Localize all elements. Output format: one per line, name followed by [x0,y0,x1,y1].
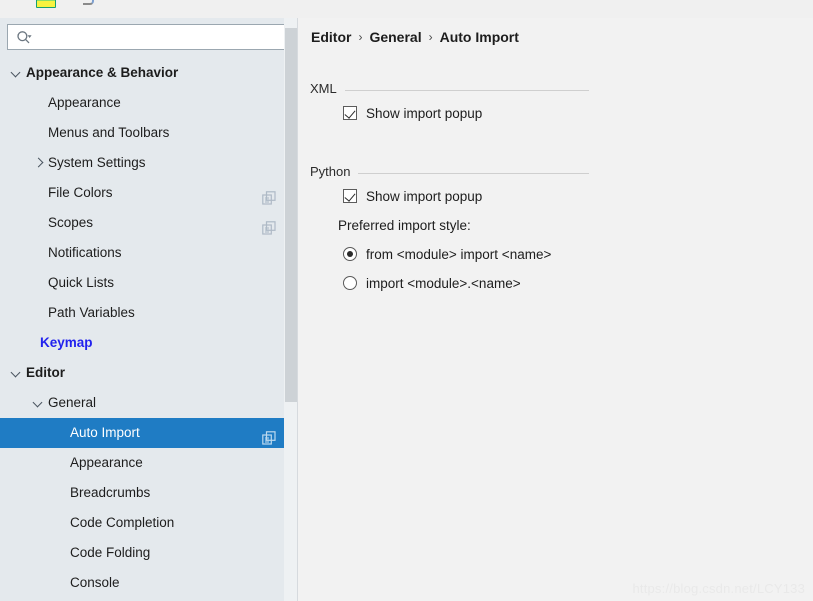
search-input[interactable] [40,28,284,48]
checkbox-show-import-popup[interactable]: Show import popup [310,182,589,211]
search-icon [17,31,32,44]
settings-tree[interactable]: Appearance & Behavior Appearance Menus and… [0,58,298,601]
sidebar-item-code-folding[interactable]: Code Folding [0,538,298,568]
option-label: Show import popup [366,189,483,204]
sidebar-scrollbar[interactable] [284,18,298,601]
sidebar-item-label: Appearance [48,95,121,110]
breadcrumb-item-general[interactable]: General [369,29,421,45]
option-label: from <module> import <name> [366,247,552,262]
sidebar-item-label: Notifications [48,245,122,260]
sidebar-item-label: Quick Lists [48,275,115,290]
sidebar-item-label: Breadcrumbs [70,485,151,500]
settings-panel: Editor › General › Auto Import XML Show impor… [298,18,813,601]
settings-sidebar: Appearance & Behavior Appearance Menus and… [0,18,298,601]
chevron-down-icon [27,35,32,38]
sidebar-item-keymap[interactable]: Keymap [0,328,298,358]
copy-settings-icon[interactable] [262,186,276,205]
sidebar-item-label: File Colors [48,185,113,200]
sidebar-item-file-colors[interactable]: File Colors [0,178,298,208]
option-label: import <module>.<name> [366,276,521,291]
sidebar-item-label: Scopes [48,215,94,230]
window-top-strip [0,0,813,18]
group-header: Python [310,164,589,182]
sidebar-item-label: Menus and Toolbars [48,125,170,140]
sidebar-item-label: System Settings [48,155,146,170]
copy-settings-icon[interactable] [262,216,276,235]
checkbox-show-import-popup[interactable]: Show import popup [310,99,589,128]
sidebar-item-menus-and-toolbars[interactable]: Menus and Toolbars [0,118,298,148]
breadcrumb-separator: › [358,30,363,44]
option-label: Show import popup [366,106,483,121]
breadcrumb-item-auto-import[interactable]: Auto Import [440,29,519,45]
sidebar-item-console[interactable]: Console [0,568,298,598]
settings-group-python: Python Show import popup Preferred import … [310,164,589,298]
group-header: XML [310,81,589,99]
sidebar-item-label: Console [70,575,120,590]
sidebar-item-label: Code Folding [70,545,151,560]
sidebar-item-auto-import[interactable]: Auto Import [0,418,298,448]
sidebar-item-label: Appearance [70,455,143,470]
sidebar-item-appearance[interactable]: Appearance [0,448,298,478]
chevron-down-icon[interactable] [32,388,46,418]
breadcrumb-item-editor[interactable]: Editor [311,29,351,45]
sidebar-item-appearance-behavior[interactable]: Appearance & Behavior [0,58,298,88]
sidebar-item-code-completion[interactable]: Code Completion [0,508,298,538]
sidebar-item-system-settings[interactable]: System Settings [0,148,298,178]
sidebar-item-label: Editor [26,365,65,380]
radio-from-module-import-name[interactable]: from <module> import <name> [310,240,589,269]
settings-group-xml: XML Show import popup [310,81,589,128]
chevron-right-icon[interactable] [32,148,46,178]
watermark: https://blog.csdn.net/LCY133 [632,581,805,596]
label-preferred-import-style: Preferred import style: [310,211,589,240]
sidebar-item-breadcrumbs[interactable]: Breadcrumbs [0,478,298,508]
checkbox-control[interactable] [343,189,357,203]
radio-control[interactable] [343,247,357,261]
radio-import-module-name[interactable]: import <module>.<name> [310,269,589,298]
sidebar-item-label: General [48,395,97,410]
sidebar-item-quick-lists[interactable]: Quick Lists [0,268,298,298]
sidebar-item-notifications[interactable]: Notifications [0,238,298,268]
sidebar-item-scopes[interactable]: Scopes [0,208,298,238]
checkbox-control[interactable] [343,106,357,120]
sidebar-scrollbar-thumb[interactable] [285,28,297,402]
group-divider [310,90,589,91]
sidebar-item-label: Auto Import [70,425,140,440]
sidebar-item-appearance[interactable]: Appearance [0,88,298,118]
sidebar-item-path-variables[interactable]: Path Variables [0,298,298,328]
plugin-icon [36,0,56,8]
radio-control[interactable] [343,276,357,290]
sidebar-item-label: Appearance & Behavior [26,65,179,80]
chevron-down-icon[interactable] [10,58,24,88]
sidebar-item-editor[interactable]: Editor [0,358,298,388]
search-box[interactable] [7,24,289,50]
group-title: XML [310,81,345,96]
sidebar-item-label: Path Variables [48,305,135,320]
sidebar-item-label: Keymap [40,335,93,350]
breadcrumb[interactable]: Editor › General › Auto Import [311,29,519,45]
group-title: Python [310,164,359,179]
chevron-down-icon[interactable] [10,358,24,388]
breadcrumb-separator: › [428,30,433,44]
cut-off-glyph-icon [83,0,94,5]
copy-settings-icon[interactable] [262,426,276,445]
sidebar-item-label: Code Completion [70,515,175,530]
option-label: Preferred import style: [338,218,471,233]
sidebar-item-general[interactable]: General [0,388,298,418]
